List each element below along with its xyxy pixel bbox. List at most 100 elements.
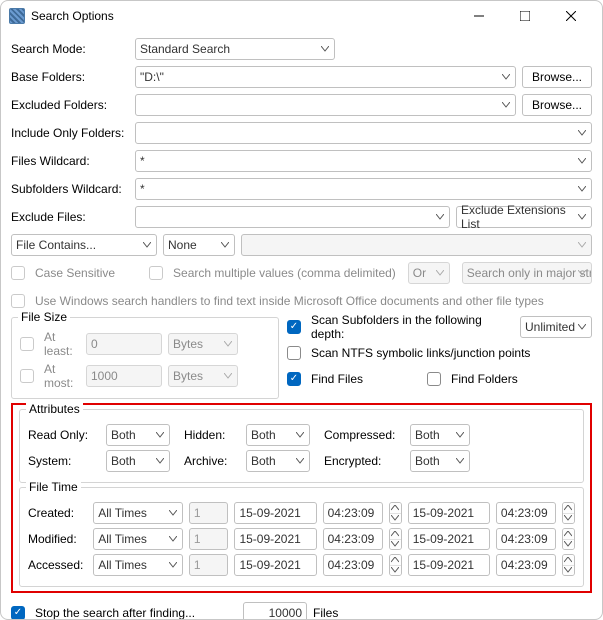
system-select[interactable]: Both [106,450,170,472]
accessed-from-spinner[interactable] [389,554,402,576]
accessed-to-spinner[interactable] [562,554,575,576]
hidden-label: Hidden: [184,428,240,442]
created-from-time[interactable]: 04:23:09 [323,502,383,524]
modified-n-input[interactable]: 1 [189,528,229,550]
exclude-files-input[interactable] [135,206,450,228]
chevron-down-icon [456,458,464,464]
created-from-date[interactable]: 15-09-2021 [234,502,316,524]
modified-to-date[interactable]: 15-09-2021 [408,528,490,550]
chevron-down-icon [156,458,164,464]
archive-label: Archive: [184,454,240,468]
at-most-unit-select[interactable]: Bytes [168,365,238,387]
and-or-select[interactable]: Or [408,262,450,284]
win-handlers-checkbox[interactable] [11,294,25,308]
maximize-button[interactable] [502,1,548,31]
subfolders-wildcard-value: * [140,182,145,196]
modified-to-time[interactable]: 04:23:09 [496,528,556,550]
accessed-n-input[interactable]: 1 [189,554,229,576]
chevron-down-icon [578,158,586,164]
accessed-from-time[interactable]: 04:23:09 [323,554,383,576]
compressed-label: Compressed: [324,428,404,442]
chevron-down-icon [436,270,444,276]
chevron-down-icon [578,186,586,192]
modified-to-spinner[interactable] [562,528,575,550]
browse-excluded-button[interactable]: Browse... [522,94,592,116]
excluded-folders-input[interactable] [135,94,516,116]
stop-after-input[interactable]: 10000 [243,602,307,620]
created-to-date[interactable]: 15-09-2021 [408,502,490,524]
chevron-down-icon [156,432,164,438]
at-least-input[interactable]: 0 [86,333,162,355]
titlebar: Search Options [1,1,602,31]
file-time-legend: File Time [26,480,81,494]
file-contains-value: File Contains... [16,238,96,252]
hidden-select[interactable]: Both [246,424,310,446]
created-to-spinner[interactable] [562,502,575,524]
chevron-down-icon [578,242,586,248]
highlight-box: Attributes Read Only: Both Hidden: Both … [11,403,592,593]
chevron-down-icon [578,130,586,136]
file-contains-mode-select[interactable]: None [163,234,235,256]
app-icon [9,8,25,24]
files-wildcard-input[interactable]: * [135,150,592,172]
chevron-down-icon [169,510,177,516]
file-size-legend: File Size [18,310,70,324]
chevron-down-icon [321,46,329,52]
modified-from-date[interactable]: 15-09-2021 [234,528,316,550]
read-only-label: Read Only: [28,428,100,442]
depth-select[interactable]: Unlimited [520,316,592,338]
scan-subfolders-checkbox[interactable] [287,320,301,334]
exclude-type-value: Exclude Extensions List [461,203,587,231]
case-sensitive-checkbox[interactable] [11,266,25,280]
accessed-to-date[interactable]: 15-09-2021 [408,554,490,576]
find-folders-checkbox[interactable] [427,372,441,386]
files-wildcard-value: * [140,154,145,168]
chevron-down-icon [436,214,444,220]
chevron-down-icon [296,458,304,464]
accessed-mode-select[interactable]: All Times [93,554,183,576]
encrypted-select[interactable]: Both [410,450,470,472]
chevron-down-icon [169,562,177,568]
archive-select[interactable]: Both [246,450,310,472]
at-least-unit-select[interactable]: Bytes [168,333,238,355]
chevron-down-icon [169,536,177,542]
find-files-label: Find Files [311,372,421,386]
compressed-select[interactable]: Both [410,424,470,446]
at-most-input[interactable]: 1000 [86,365,162,387]
scan-ntfs-checkbox[interactable] [287,346,301,360]
browse-base-button[interactable]: Browse... [522,66,592,88]
base-folders-input[interactable]: "D:\" [135,66,516,88]
subfolders-wildcard-input[interactable]: * [135,178,592,200]
chevron-down-icon [578,324,586,330]
at-least-label: At least: [44,330,80,358]
stop-after-label: Stop the search after finding... [35,606,237,620]
at-least-checkbox[interactable] [20,337,34,351]
at-most-checkbox[interactable] [20,369,34,383]
created-from-spinner[interactable] [389,502,402,524]
exclude-files-label: Exclude Files: [11,210,129,224]
major-streams-select[interactable]: Search only in major strea [462,262,592,284]
created-n-input[interactable]: 1 [189,502,229,524]
minimize-button[interactable] [456,1,502,31]
created-mode-select[interactable]: All Times [93,502,183,524]
modified-from-time[interactable]: 04:23:09 [323,528,383,550]
file-contains-select[interactable]: File Contains... [11,234,157,256]
modified-mode-select[interactable]: All Times [93,528,183,550]
include-only-input[interactable] [135,122,592,144]
modified-from-spinner[interactable] [389,528,402,550]
exclude-type-select[interactable]: Exclude Extensions List [456,206,592,228]
multi-values-checkbox[interactable] [149,266,163,280]
win-handlers-label: Use Windows search handlers to find text… [35,294,544,308]
case-sensitive-label: Case Sensitive [35,266,115,280]
created-to-time[interactable]: 04:23:09 [496,502,556,524]
accessed-to-time[interactable]: 04:23:09 [496,554,556,576]
read-only-select[interactable]: Both [106,424,170,446]
chevron-down-icon [502,74,510,80]
excluded-folders-label: Excluded Folders: [11,98,129,112]
file-contains-text-input[interactable] [241,234,592,256]
stop-after-checkbox[interactable] [11,606,25,620]
close-button[interactable] [548,1,594,31]
find-files-checkbox[interactable] [287,372,301,386]
search-mode-select[interactable]: Standard Search [135,38,335,60]
accessed-from-date[interactable]: 15-09-2021 [234,554,316,576]
